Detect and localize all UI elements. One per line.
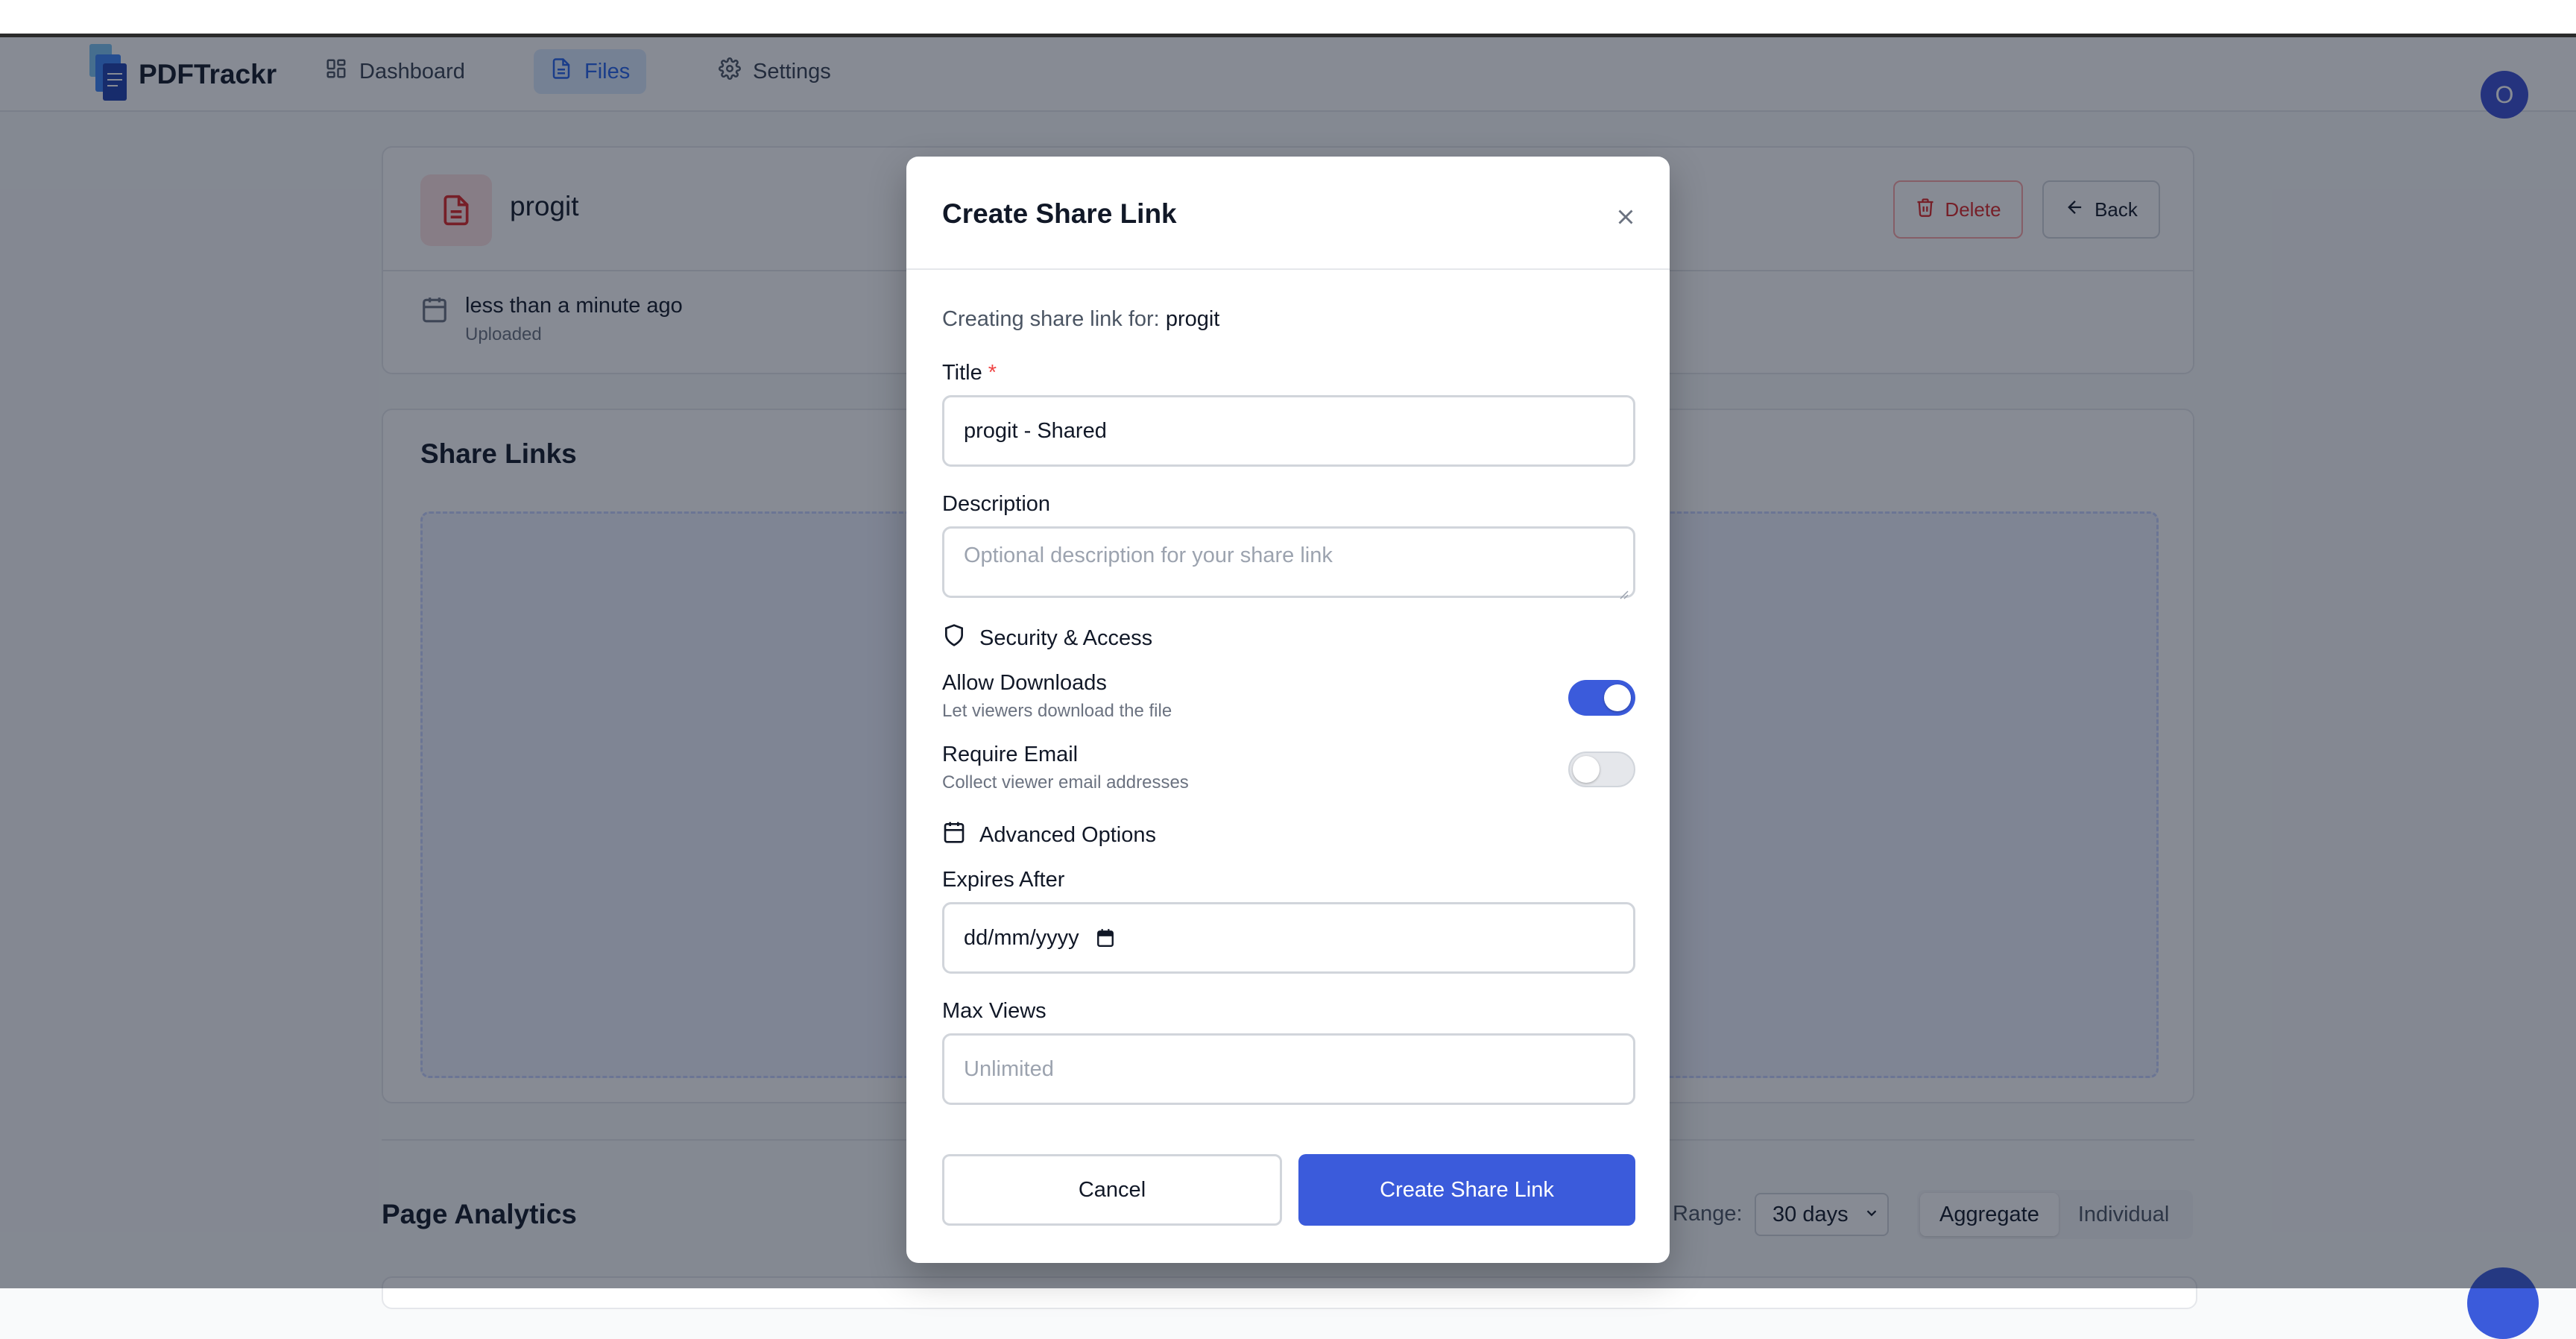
calendar-picker-icon[interactable] [1096,928,1115,948]
description-textarea[interactable]: Optional description for your share link [942,526,1635,599]
require-email-label: Require Email [942,743,1079,766]
title-label-text: Title [942,361,982,385]
expires-label: Expires After [942,868,1065,892]
max-views-input[interactable]: Unlimited [942,1033,1635,1105]
calendar-icon [942,820,966,850]
close-icon[interactable] [1607,198,1644,236]
cancel-button[interactable]: Cancel [942,1154,1282,1226]
allow-downloads-desc: Let viewers download the file [942,701,1172,721]
max-views-placeholder: Unlimited [964,1056,1054,1081]
allow-downloads-label: Allow Downloads [942,671,1107,695]
create-share-link-button[interactable]: Create Share Link [1298,1154,1635,1226]
toggle-knob [1604,684,1631,711]
create-share-link-dialog: Create Share Link Creating share link fo… [906,157,1670,1263]
creating-for-text: Creating share link for: progit [942,307,1219,332]
advanced-section-heading: Advanced Options [942,820,1156,850]
security-heading-text: Security & Access [979,626,1153,650]
dialog-divider [906,268,1670,270]
shield-icon [942,623,966,653]
description-label: Description [942,492,1051,516]
advanced-heading-text: Advanced Options [979,822,1156,847]
title-label: Title * [942,361,997,385]
browser-top-strip [0,0,2576,37]
resize-handle-icon[interactable] [1618,581,1629,599]
expires-date-input[interactable]: dd/mm/yyyy [942,902,1635,974]
allow-downloads-toggle[interactable] [1568,680,1635,716]
dialog-title: Create Share Link [942,198,1177,229]
title-input[interactable]: progit - Shared [942,395,1635,467]
expires-date-placeholder: dd/mm/yyyy [964,925,1079,950]
description-placeholder: Optional description for your share link [964,544,1333,567]
creating-prefix: Creating share link for: [942,307,1160,331]
toggle-knob [1573,756,1600,783]
security-section-heading: Security & Access [942,623,1152,653]
creating-file-name: progit [1165,307,1220,331]
require-email-desc: Collect viewer email addresses [942,772,1189,793]
required-mark: * [988,361,997,385]
require-email-toggle[interactable] [1568,752,1635,787]
max-views-label: Max Views [942,999,1046,1023]
